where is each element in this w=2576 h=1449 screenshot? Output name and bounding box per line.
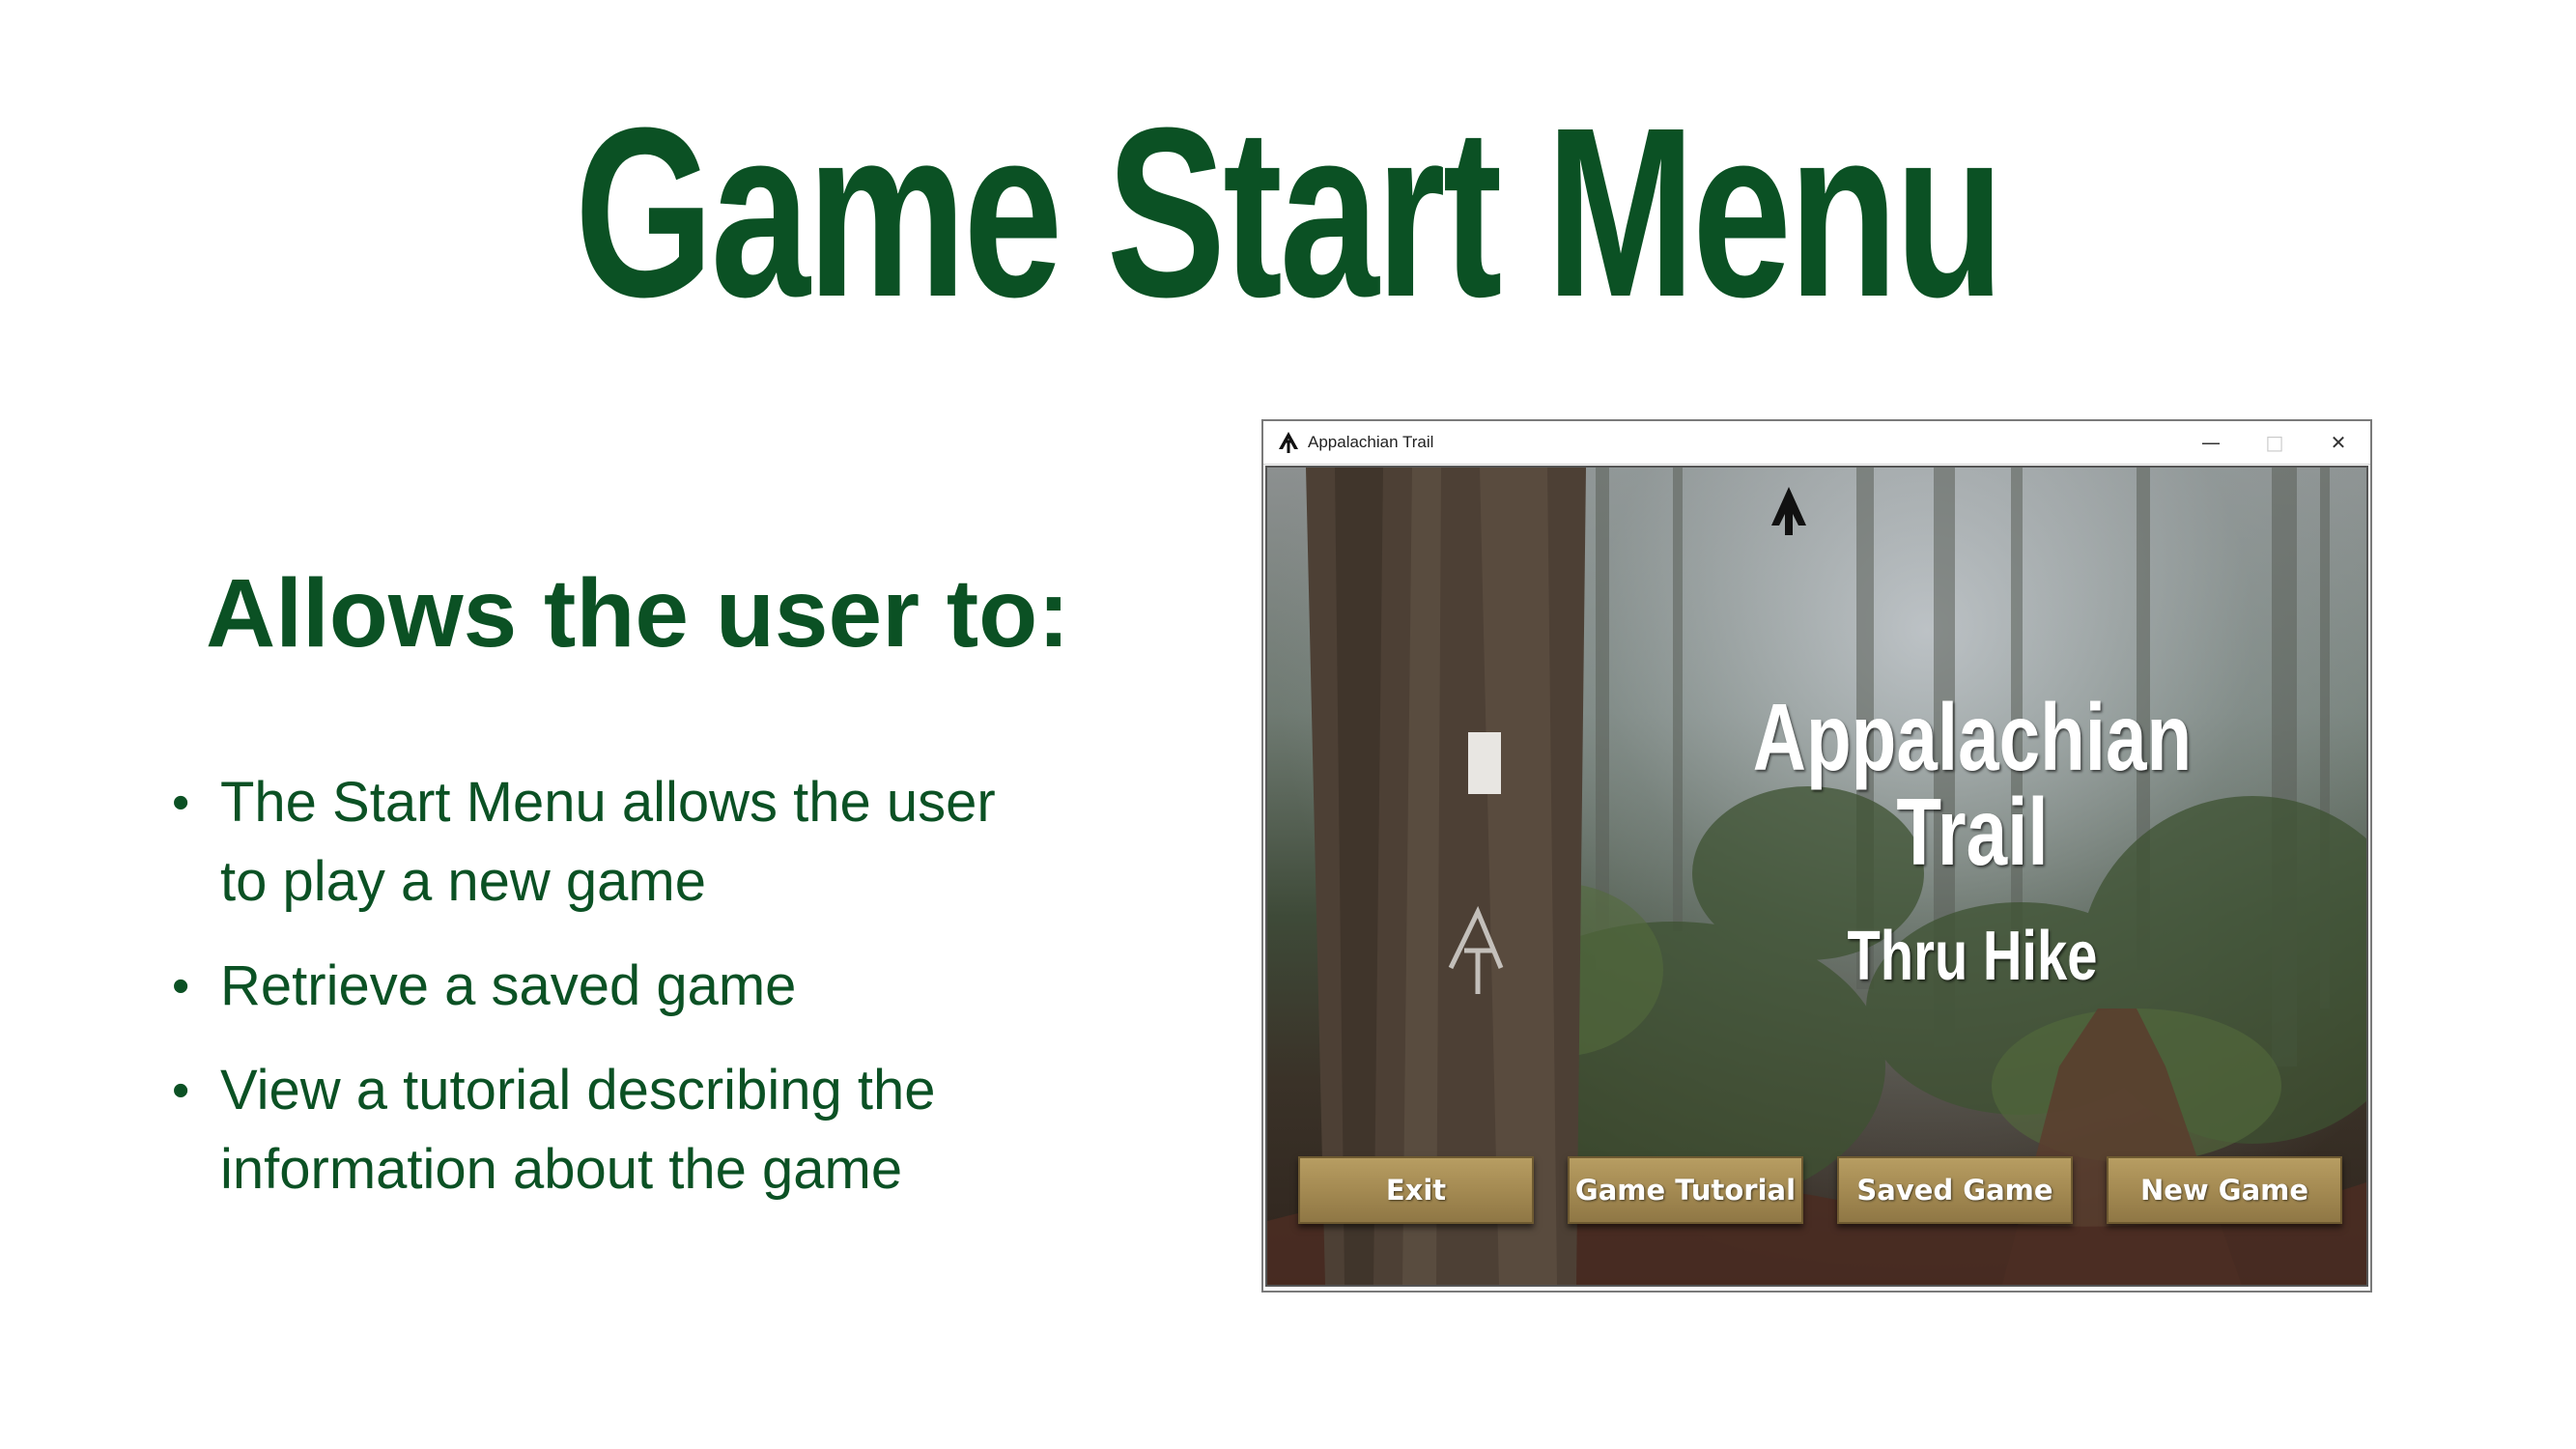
close-icon[interactable]: ✕ xyxy=(2307,421,2370,464)
trail-blaze-mark xyxy=(1468,732,1501,794)
game-tutorial-button[interactable]: Game Tutorial xyxy=(1568,1156,1803,1224)
slide-subheading: Allows the user to: xyxy=(206,559,1070,668)
bullet-list: • The Start Menu allows the user to play … xyxy=(172,763,1041,1235)
game-title: Appalachian Trail xyxy=(1752,684,2193,885)
game-canvas: Appalachian Trail Thru Hike Exit Game Tu… xyxy=(1265,466,2368,1287)
bullet-dot: • xyxy=(172,958,190,1014)
window-title: Appalachian Trail xyxy=(1308,433,1434,451)
bullet-item: • Retrieve a saved game xyxy=(172,947,1041,1026)
at-trail-logo-icon xyxy=(1279,432,1298,453)
new-game-button[interactable]: New Game xyxy=(2107,1156,2342,1224)
maximize-icon[interactable]: □ xyxy=(2243,421,2307,464)
bullet-dot: • xyxy=(172,775,190,831)
minimize-icon[interactable]: — xyxy=(2179,421,2243,464)
bullet-item: • View a tutorial describing the informat… xyxy=(172,1051,1041,1209)
app-window-screenshot: Appalachian Trail — □ ✕ Appalachian Trai… xyxy=(1261,419,2372,1293)
window-titlebar[interactable]: Appalachian Trail — □ ✕ xyxy=(1263,421,2370,465)
slide-title: Game Start Menu xyxy=(574,77,2004,347)
window-controls: — □ ✕ xyxy=(2179,421,2370,464)
exit-button[interactable]: Exit xyxy=(1298,1156,1534,1224)
bullet-text: Retrieve a saved game xyxy=(220,954,797,1017)
bullet-dot: • xyxy=(172,1063,190,1119)
saved-game-button[interactable]: Saved Game xyxy=(1837,1156,2073,1224)
bullet-text: The Start Menu allows the user to play a… xyxy=(220,771,996,913)
bullet-item: • The Start Menu allows the user to play … xyxy=(172,763,1041,922)
bullet-text: View a tutorial describing the informati… xyxy=(220,1059,936,1201)
game-subtitle: Thru Hike xyxy=(1847,918,2098,995)
